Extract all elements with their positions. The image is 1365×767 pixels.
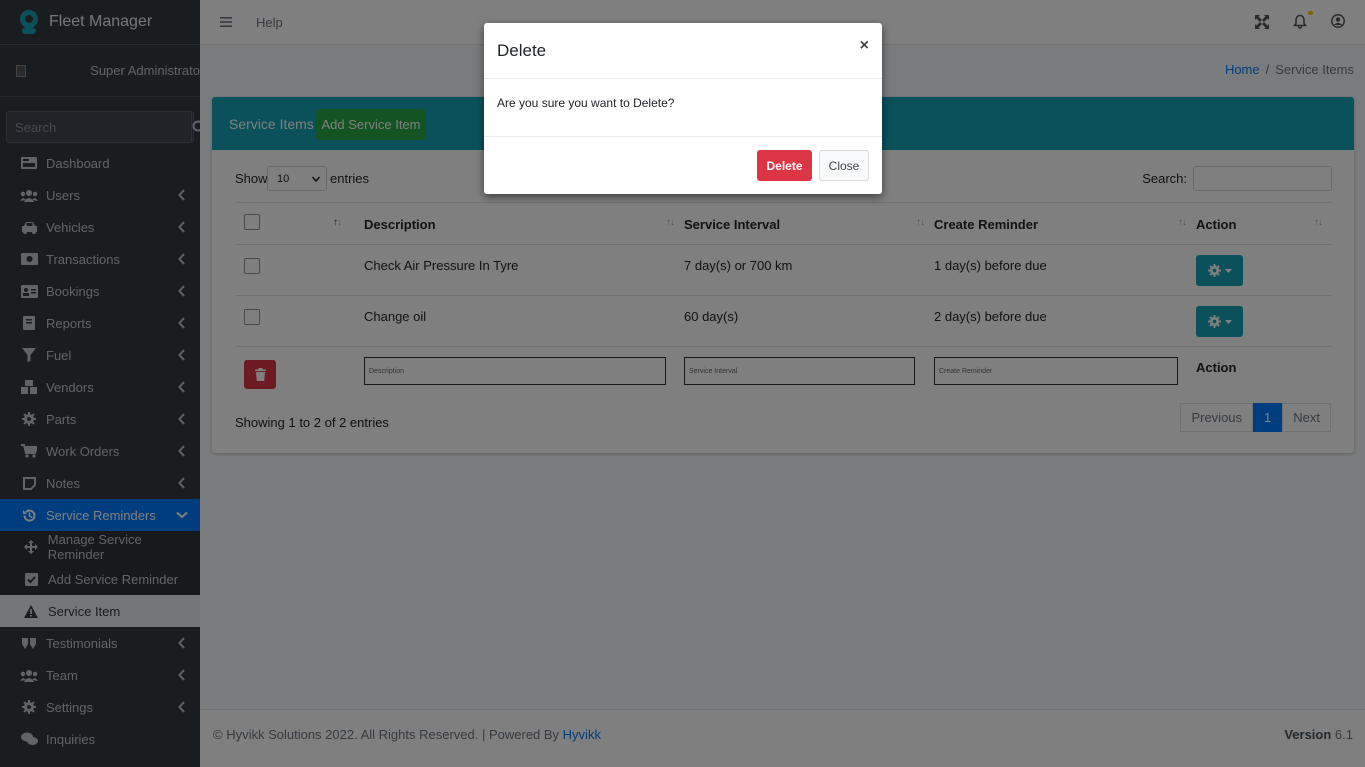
modal-close-icon[interactable]: × — [860, 37, 869, 55]
modal-footer: Delete Close — [484, 137, 882, 194]
modal-message: Are you sure you want to Delete? — [497, 96, 675, 110]
modal-body: Are you sure you want to Delete? — [484, 79, 882, 137]
modal-close-button[interactable]: Close — [819, 150, 869, 181]
modal-title: Delete — [497, 41, 547, 60]
delete-modal: Delete × Are you sure you want to Delete… — [484, 23, 882, 194]
modal-header: Delete × — [484, 23, 882, 79]
confirm-delete-button[interactable]: Delete — [757, 150, 812, 181]
